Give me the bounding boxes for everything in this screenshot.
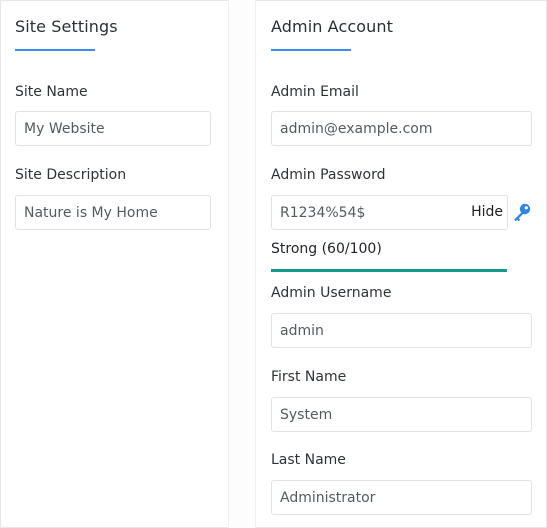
password-strength-meter	[271, 269, 507, 272]
site-description-input[interactable]	[15, 195, 211, 230]
admin-username-input[interactable]	[271, 313, 532, 348]
column-divider	[228, 0, 256, 528]
first-name-input[interactable]	[271, 397, 532, 432]
site-name-input[interactable]	[15, 111, 211, 146]
admin-username-label: Admin Username	[271, 285, 392, 301]
password-strength-label: Strong (60/100)	[271, 241, 382, 257]
admin-email-input[interactable]	[271, 111, 532, 146]
password-strength-fill	[271, 269, 507, 272]
last-name-input[interactable]	[271, 480, 532, 515]
admin-password-label: Admin Password	[271, 167, 386, 183]
site-description-label: Site Description	[15, 167, 127, 183]
site-settings-title: Site Settings	[15, 17, 118, 36]
key-icon[interactable]	[511, 201, 533, 223]
last-name-label: Last Name	[271, 452, 346, 468]
first-name-label: First Name	[271, 369, 347, 385]
admin-account-section: Admin Account Admin Email Admin Password…	[256, 0, 547, 528]
admin-email-label: Admin Email	[271, 84, 359, 100]
admin-password-field: Hide	[271, 195, 508, 230]
site-name-label: Site Name	[15, 84, 88, 100]
admin-account-title: Admin Account	[271, 17, 393, 36]
site-settings-title-underline	[15, 49, 95, 51]
admin-password-input[interactable]	[272, 196, 462, 229]
hide-password-button[interactable]: Hide	[471, 204, 503, 220]
site-settings-section: Site Settings Site Name Site Description	[0, 0, 228, 528]
admin-account-title-underline	[271, 49, 351, 51]
key-icon-glyph	[514, 203, 531, 222]
